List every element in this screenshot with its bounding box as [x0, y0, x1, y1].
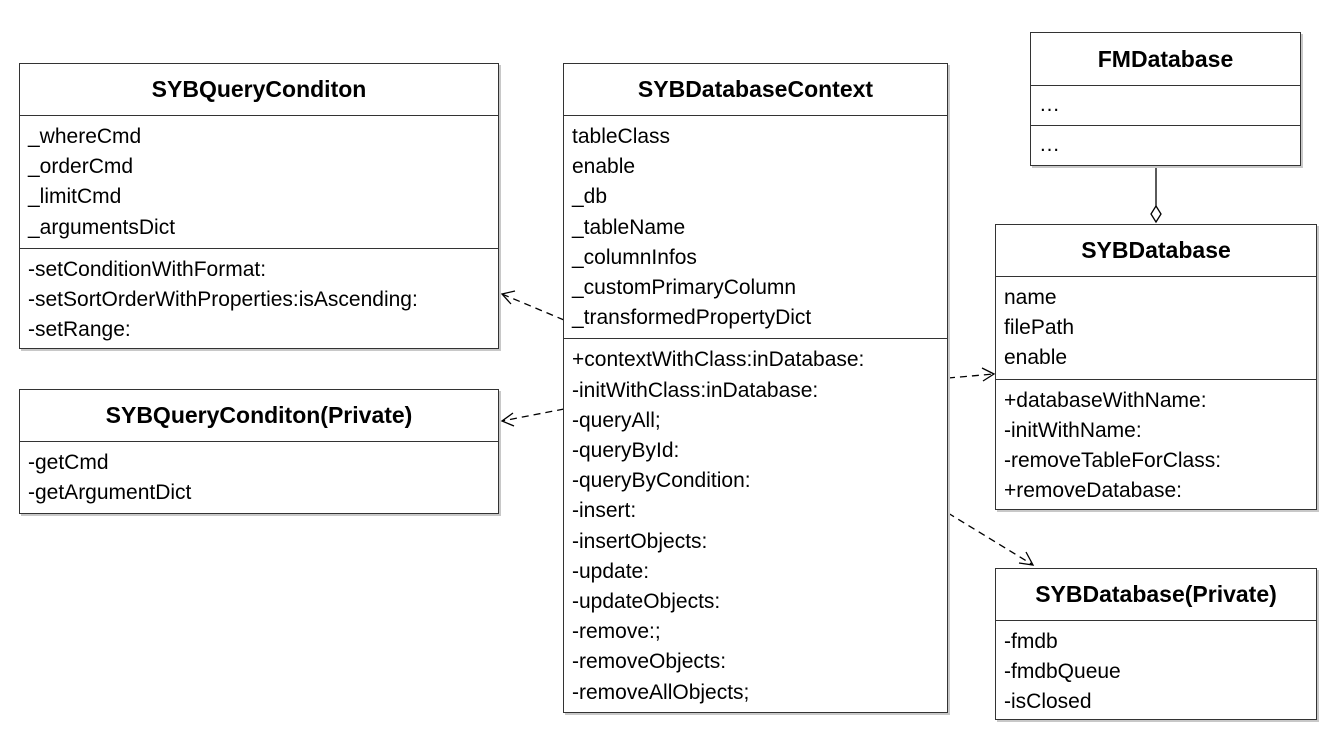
- attribute: …: [1039, 93, 1060, 116]
- method: -removeObjects:: [572, 650, 727, 674]
- method: -insert:: [572, 499, 637, 523]
- aggregation-diamond-icon: [1150, 204, 1162, 224]
- method: -getCmd: [28, 451, 109, 474]
- method: -removeAllObjects;: [572, 680, 750, 704]
- method: -updateObjects:: [572, 590, 721, 614]
- method: -initWithName:: [1004, 418, 1142, 442]
- method: -update:: [572, 559, 650, 583]
- method: +databaseWithName:: [1004, 388, 1207, 412]
- method: -queryAll;: [572, 408, 661, 432]
- method: -queryByCondition:: [572, 469, 751, 493]
- attribute: _db: [572, 185, 608, 209]
- attributes-section: …: [1031, 86, 1300, 126]
- attribute: _columnInfos: [572, 245, 697, 269]
- attribute: _transformedPropertyDict: [572, 306, 812, 330]
- methods-section: -fmdb -fmdbQueue -isClosed: [996, 621, 1316, 723]
- method: -fmdb: [1004, 630, 1058, 653]
- attribute: enable: [1004, 346, 1068, 370]
- attributes-section: _whereCmd _orderCmd _limitCmd _arguments…: [20, 116, 498, 249]
- attribute: _orderCmd: [28, 155, 134, 179]
- attribute: _whereCmd: [28, 125, 142, 148]
- method: -isClosed: [1004, 690, 1092, 714]
- methods-section: +databaseWithName: -initWithName: -remov…: [996, 380, 1316, 512]
- method: +contextWithClass:inDatabase:: [572, 348, 865, 372]
- method: -setConditionWithFormat:: [28, 257, 267, 281]
- class-sybqueryconditon-private: SYBQueryConditon(Private) -getCmd -getAr…: [19, 389, 499, 514]
- method: -getArgumentDict: [28, 481, 192, 505]
- class-fmdatabase: FMDatabase … …: [1030, 32, 1301, 166]
- attribute: _limitCmd: [28, 185, 122, 209]
- attributes-section: tableClass enable _db _tableName _column…: [564, 116, 947, 340]
- class-name: SYBDatabase(Private): [996, 569, 1316, 621]
- attributes-section: name filePath enable: [996, 277, 1316, 380]
- methods-section: …: [1031, 126, 1300, 165]
- attribute: _tableName: [572, 215, 686, 239]
- attribute: tableClass: [572, 125, 671, 148]
- method: -remove:;: [572, 620, 661, 644]
- method: -setRange:: [28, 318, 131, 342]
- class-sybdatabasecontext: SYBDatabaseContext tableClass enable _db…: [563, 63, 948, 713]
- attribute: _customPrimaryColumn: [572, 276, 797, 300]
- class-name: SYBDatabase: [996, 225, 1316, 277]
- method: -insertObjects:: [572, 529, 708, 553]
- method: -initWithClass:inDatabase:: [572, 378, 819, 402]
- class-name: FMDatabase: [1031, 33, 1300, 86]
- class-sybqueryconditon: SYBQueryConditon _whereCmd _orderCmd _li…: [19, 63, 499, 349]
- class-sybdatabase: SYBDatabase name filePath enable +databa…: [995, 224, 1317, 510]
- class-sybdatabase-private: SYBDatabase(Private) -fmdb -fmdbQueue -i…: [995, 568, 1317, 720]
- methods-section: -getCmd -getArgumentDict: [20, 442, 498, 513]
- class-name: SYBQueryConditon(Private): [20, 390, 498, 442]
- attribute: name: [1004, 286, 1057, 309]
- dependency-arrowhead: [500, 290, 516, 305]
- dependency-context-to-database-private: [947, 512, 1034, 566]
- methods-section: -setConditionWithFormat: -setSortOrderWi…: [20, 249, 498, 351]
- class-name: SYBQueryConditon: [20, 64, 498, 116]
- method: …: [1039, 133, 1060, 156]
- dependency-context-to-database: [947, 373, 995, 379]
- method: -queryById:: [572, 439, 680, 463]
- dependency-context-to-querycondition: [501, 293, 565, 321]
- class-name: SYBDatabaseContext: [564, 64, 947, 116]
- method: -fmdbQueue: [1004, 660, 1121, 684]
- attribute: enable: [572, 155, 636, 179]
- method: +removeDatabase:: [1004, 479, 1183, 503]
- method: -setSortOrderWithProperties:isAscending:: [28, 288, 418, 312]
- attribute: filePath: [1004, 316, 1075, 340]
- methods-section: +contextWithClass:inDatabase: -initWithC…: [564, 339, 947, 712]
- method: -removeTableForClass:: [1004, 449, 1222, 473]
- attribute: _argumentsDict: [28, 215, 176, 239]
